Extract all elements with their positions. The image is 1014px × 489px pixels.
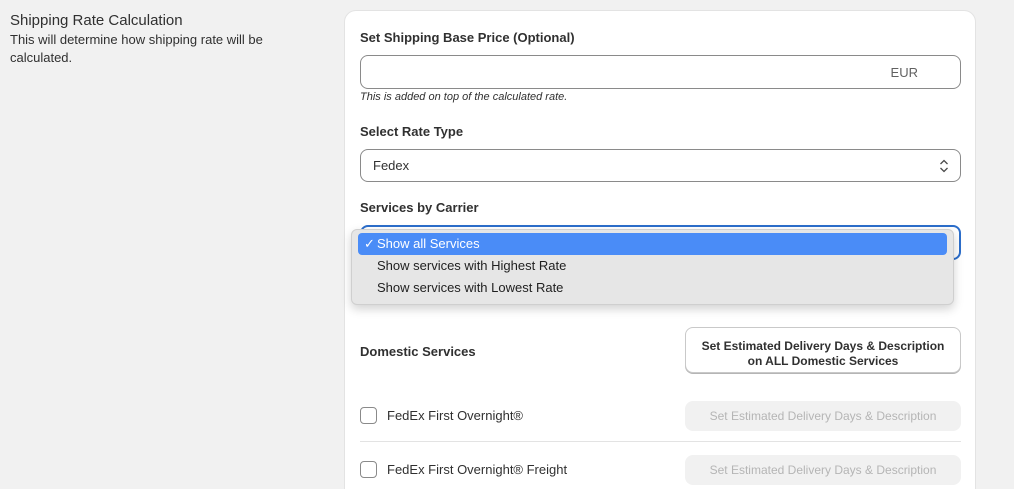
section-description: This will determine how shipping rate wi… — [10, 32, 263, 65]
base-price-help-text: This is added on top of the calculated r… — [360, 91, 568, 103]
services-by-carrier-label: Services by Carrier — [360, 200, 479, 215]
set-all-domestic-button[interactable]: Set Estimated Delivery Days & Descriptio… — [685, 327, 961, 373]
service-checkbox[interactable] — [360, 407, 377, 424]
service-row: FedEx First Overnight® Set Estimated Del… — [360, 401, 961, 431]
checkmark-icon: ✓ — [364, 236, 375, 251]
rate-type-select[interactable]: Fedex — [360, 149, 961, 182]
set-all-domestic-line1: Set Estimated Delivery Days & Descriptio… — [701, 338, 945, 353]
service-checkbox[interactable] — [360, 461, 377, 478]
base-price-label: Set Shipping Base Price (Optional) — [360, 30, 575, 45]
services-dropdown-menu: ✓ Show all Services Show services with Hi… — [351, 229, 954, 305]
service-name: FedEx First Overnight® Freight — [387, 462, 568, 477]
rate-type-selected-value: Fedex — [373, 158, 410, 173]
domestic-services-label: Domestic Services — [360, 344, 476, 359]
service-name: FedEx First Overnight® — [387, 408, 524, 423]
section-title: Shipping Rate Calculation — [10, 12, 183, 29]
service-row: FedEx First Overnight® Freight Set Estim… — [360, 455, 961, 485]
dropdown-option-highest-rate[interactable]: Show services with Highest Rate — [358, 255, 947, 277]
currency-suffix: EUR — [890, 65, 918, 80]
section-info: Shipping Rate Calculation This will dete… — [10, 12, 310, 67]
option-label: Show services with Highest Rate — [377, 258, 567, 273]
row-divider — [360, 441, 961, 442]
dropdown-option-lowest-rate[interactable]: Show services with Lowest Rate — [358, 277, 947, 299]
select-chevron-icon — [940, 159, 948, 173]
option-label: Show all Services — [377, 236, 480, 251]
set-delivery-days-button[interactable]: Set Estimated Delivery Days & Descriptio… — [685, 455, 961, 485]
option-label: Show services with Lowest Rate — [377, 280, 564, 295]
dropdown-option-show-all[interactable]: ✓ Show all Services — [358, 233, 947, 255]
set-all-domestic-line2: on ALL Domestic Services — [747, 353, 899, 368]
set-delivery-days-button[interactable]: Set Estimated Delivery Days & Descriptio… — [685, 401, 961, 431]
base-price-input[interactable]: EUR — [360, 55, 961, 89]
rate-type-label: Select Rate Type — [360, 124, 464, 139]
